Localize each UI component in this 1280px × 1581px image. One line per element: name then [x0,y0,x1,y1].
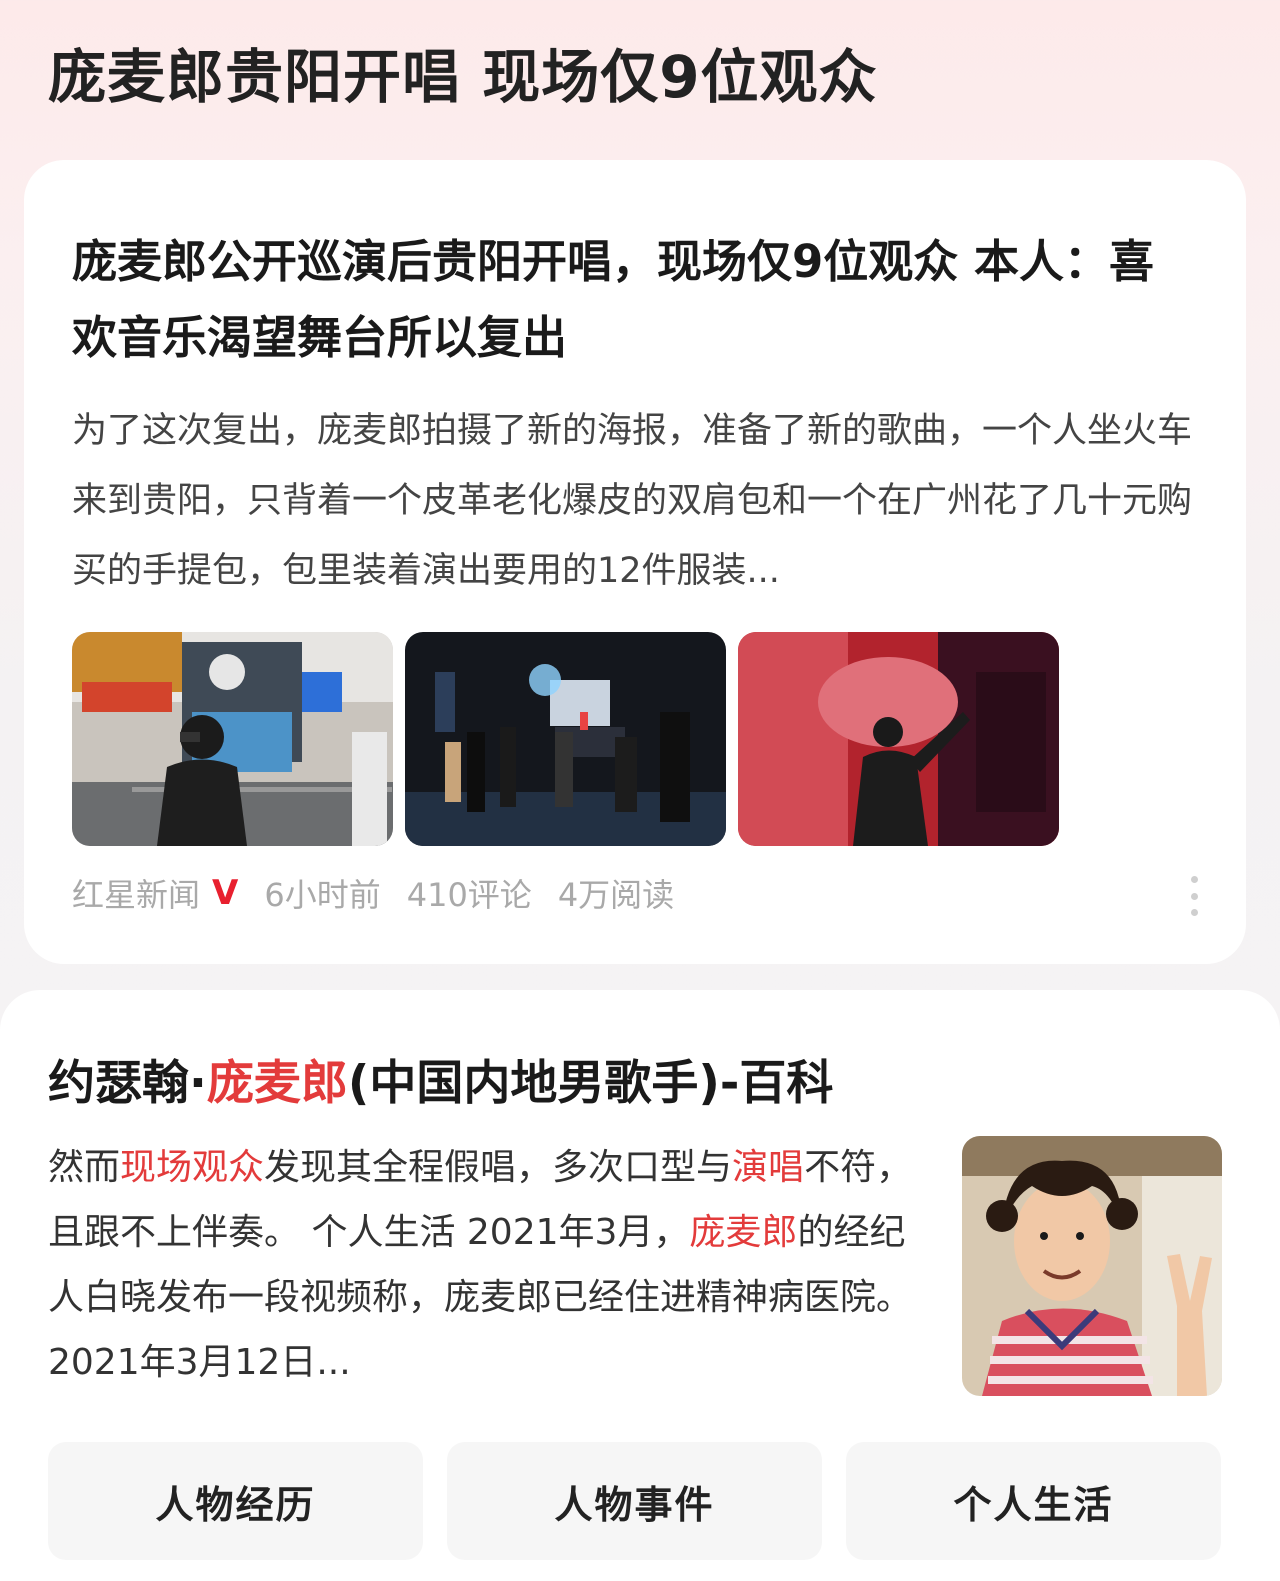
snippet-part: 然而 [48,1147,121,1188]
more-options-icon[interactable] [1186,876,1202,916]
snippet-part: 发现其全程假唱，多次口型与 [264,1147,733,1188]
news-headline[interactable]: 庞麦郎公开巡演后贵阳开唱，现场仅9位观众 本人：喜欢音乐渴望舞台所以复出 [72,224,1172,376]
singer-stage-photo[interactable] [738,632,1059,846]
baike-title[interactable]: 约瑟翰·庞麦郎(中国内地男歌手)-百科 [48,1044,833,1113]
portrait-photo[interactable] [962,1136,1222,1396]
baike-title-prefix: 约瑟翰· [48,1056,207,1111]
read-count: 4万阅读 [557,876,675,914]
baike-tabs: 人物经历 人物事件 个人生活 [48,1442,1221,1560]
news-image-row [72,632,1059,846]
baike-card[interactable]: 约瑟翰·庞麦郎(中国内地男歌手)-百科 然而现场观众发现其全程假唱，多次口型与演… [0,990,1280,1581]
news-meta: 红星新闻 V 6小时前 410评论 4万阅读 [72,868,700,918]
concert-venue-photo[interactable] [405,632,726,846]
tab-events[interactable]: 人物事件 [447,1442,822,1560]
source-name[interactable]: 红星新闻 [72,870,200,916]
page-title: 庞麦郎贵阳开唱 现场仅9位观众 [48,43,878,111]
baike-title-suffix: (中国内地男歌手)-百科 [347,1056,834,1111]
comment-count: 410评论 [406,876,532,914]
verified-icon: V [212,873,239,913]
news-summary: 为了这次复出，庞麦郎拍摄了新的海报，准备了新的歌曲，一个人坐火车来到贵阳，只背着… [72,411,1193,591]
tab-personal-life[interactable]: 个人生活 [846,1442,1221,1560]
tab-experience[interactable]: 人物经历 [48,1442,423,1560]
snippet-highlight: 演唱 [732,1147,805,1188]
baike-snippet: 然而现场观众发现其全程假唱，多次口型与演唱不符，且跟不上伴奏。 个人生活 202… [48,1135,928,1395]
baike-title-highlight: 庞麦郎 [206,1056,348,1111]
publish-time: 6小时前 [264,876,381,914]
snippet-highlight: 庞麦郎 [689,1212,798,1253]
news-card[interactable]: 庞麦郎公开巡演后贵阳开唱，现场仅9位观众 本人：喜欢音乐渴望舞台所以复出 为了这… [24,160,1246,964]
snippet-highlight: 现场观众 [120,1147,265,1188]
street-photo[interactable] [72,632,393,846]
